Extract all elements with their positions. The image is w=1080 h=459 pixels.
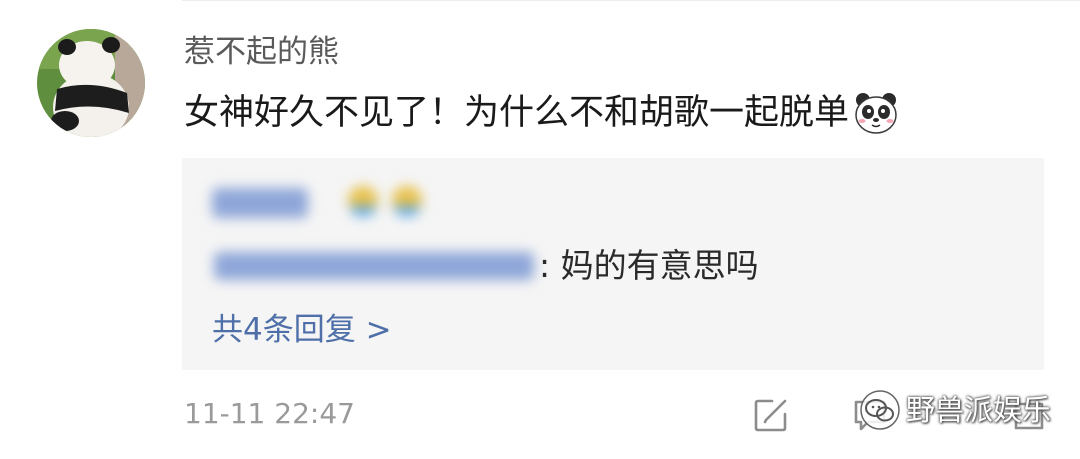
panda-avatar-image: [37, 29, 145, 137]
blurred-replier-name: [214, 252, 534, 280]
watermark: 野兽派娱乐: [858, 388, 1051, 432]
divider: [182, 0, 1080, 1]
crying-emoji-icon: [392, 186, 422, 216]
wechat-logo-icon: [858, 388, 902, 432]
panda-icon: [853, 90, 899, 136]
watermark-text: 野兽派娱乐: [906, 393, 1052, 427]
crying-emoji-icon: [348, 186, 378, 216]
reply-preview-box[interactable]: : 妈的有意思吗 共4条回复 >: [182, 158, 1044, 370]
comment-item: 惹不起的熊 女神好久不见了！为什么不和胡歌一起脱单 : 妈的有意思吗 共4条回复…: [0, 0, 1080, 459]
timestamp: 11-11 22:47: [184, 397, 355, 430]
comment-text: 女神好久不见了！为什么不和胡歌一起脱单: [184, 93, 850, 133]
comment-body: 女神好久不见了！为什么不和胡歌一起脱单: [184, 88, 899, 138]
blurred-username: [212, 188, 308, 218]
username[interactable]: 惹不起的熊: [184, 30, 339, 74]
edit-icon[interactable]: [752, 396, 790, 434]
view-replies-link[interactable]: 共4条回复 >: [212, 308, 392, 352]
reply-text: : 妈的有意思吗: [539, 246, 759, 285]
avatar[interactable]: [37, 29, 145, 137]
